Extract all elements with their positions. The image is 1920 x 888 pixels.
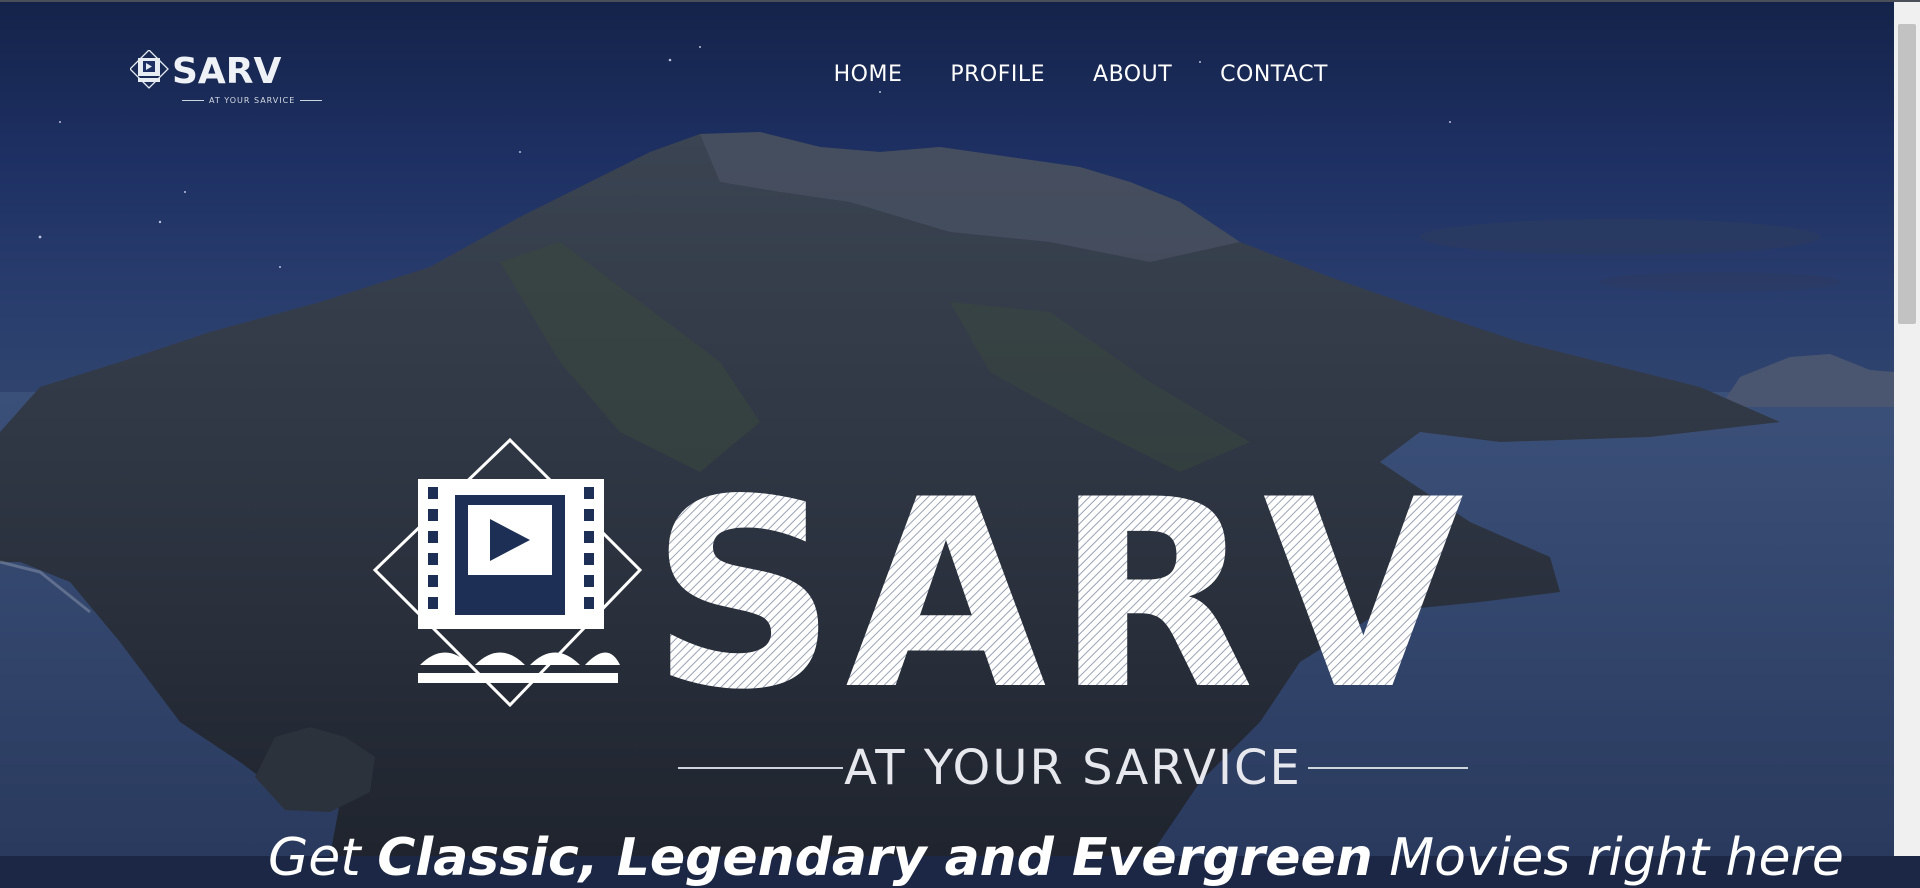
nav-profile-link[interactable]: PROFILE [950,62,1045,87]
hero-tagline-text: AT YOUR SARVICE [844,740,1302,796]
headline-part-2: Classic, Legendary and Evergreen [377,828,1373,888]
hero-background [0,2,1894,856]
hero-logo-wordmark: SARV [650,445,1472,715]
nav-home-link[interactable]: HOME [834,62,903,87]
headline-part-1: Get [268,828,378,888]
tagline-right-rule [1308,767,1468,769]
hero-headline: Get Classic, Legendary and Evergreen Mov… [268,828,1844,888]
main-navigation: HOME PROFILE ABOUT CONTACT [786,62,1328,87]
film-play-icon [372,437,643,708]
scrollbar-thumb[interactable] [1898,24,1916,324]
vertical-scrollbar[interactable] [1894,2,1920,856]
logo-wordmark: SARV [172,51,282,92]
headline-part-3: Movies right here [1372,828,1844,888]
window-top-border [0,0,1920,2]
hero-tagline: AT YOUR SARVICE [678,740,1468,796]
nav-about-link[interactable]: ABOUT [1093,62,1172,87]
nav-contact-link[interactable]: CONTACT [1220,62,1328,87]
tagline-left-rule [678,767,843,769]
logo-tagline: AT YOUR SARVICE [177,96,327,105]
site-logo[interactable]: SARV [129,49,300,100]
film-play-icon: SARV [129,49,282,92]
hero-logo: SARV [370,435,1500,747]
island-landscape-image [0,46,1894,856]
